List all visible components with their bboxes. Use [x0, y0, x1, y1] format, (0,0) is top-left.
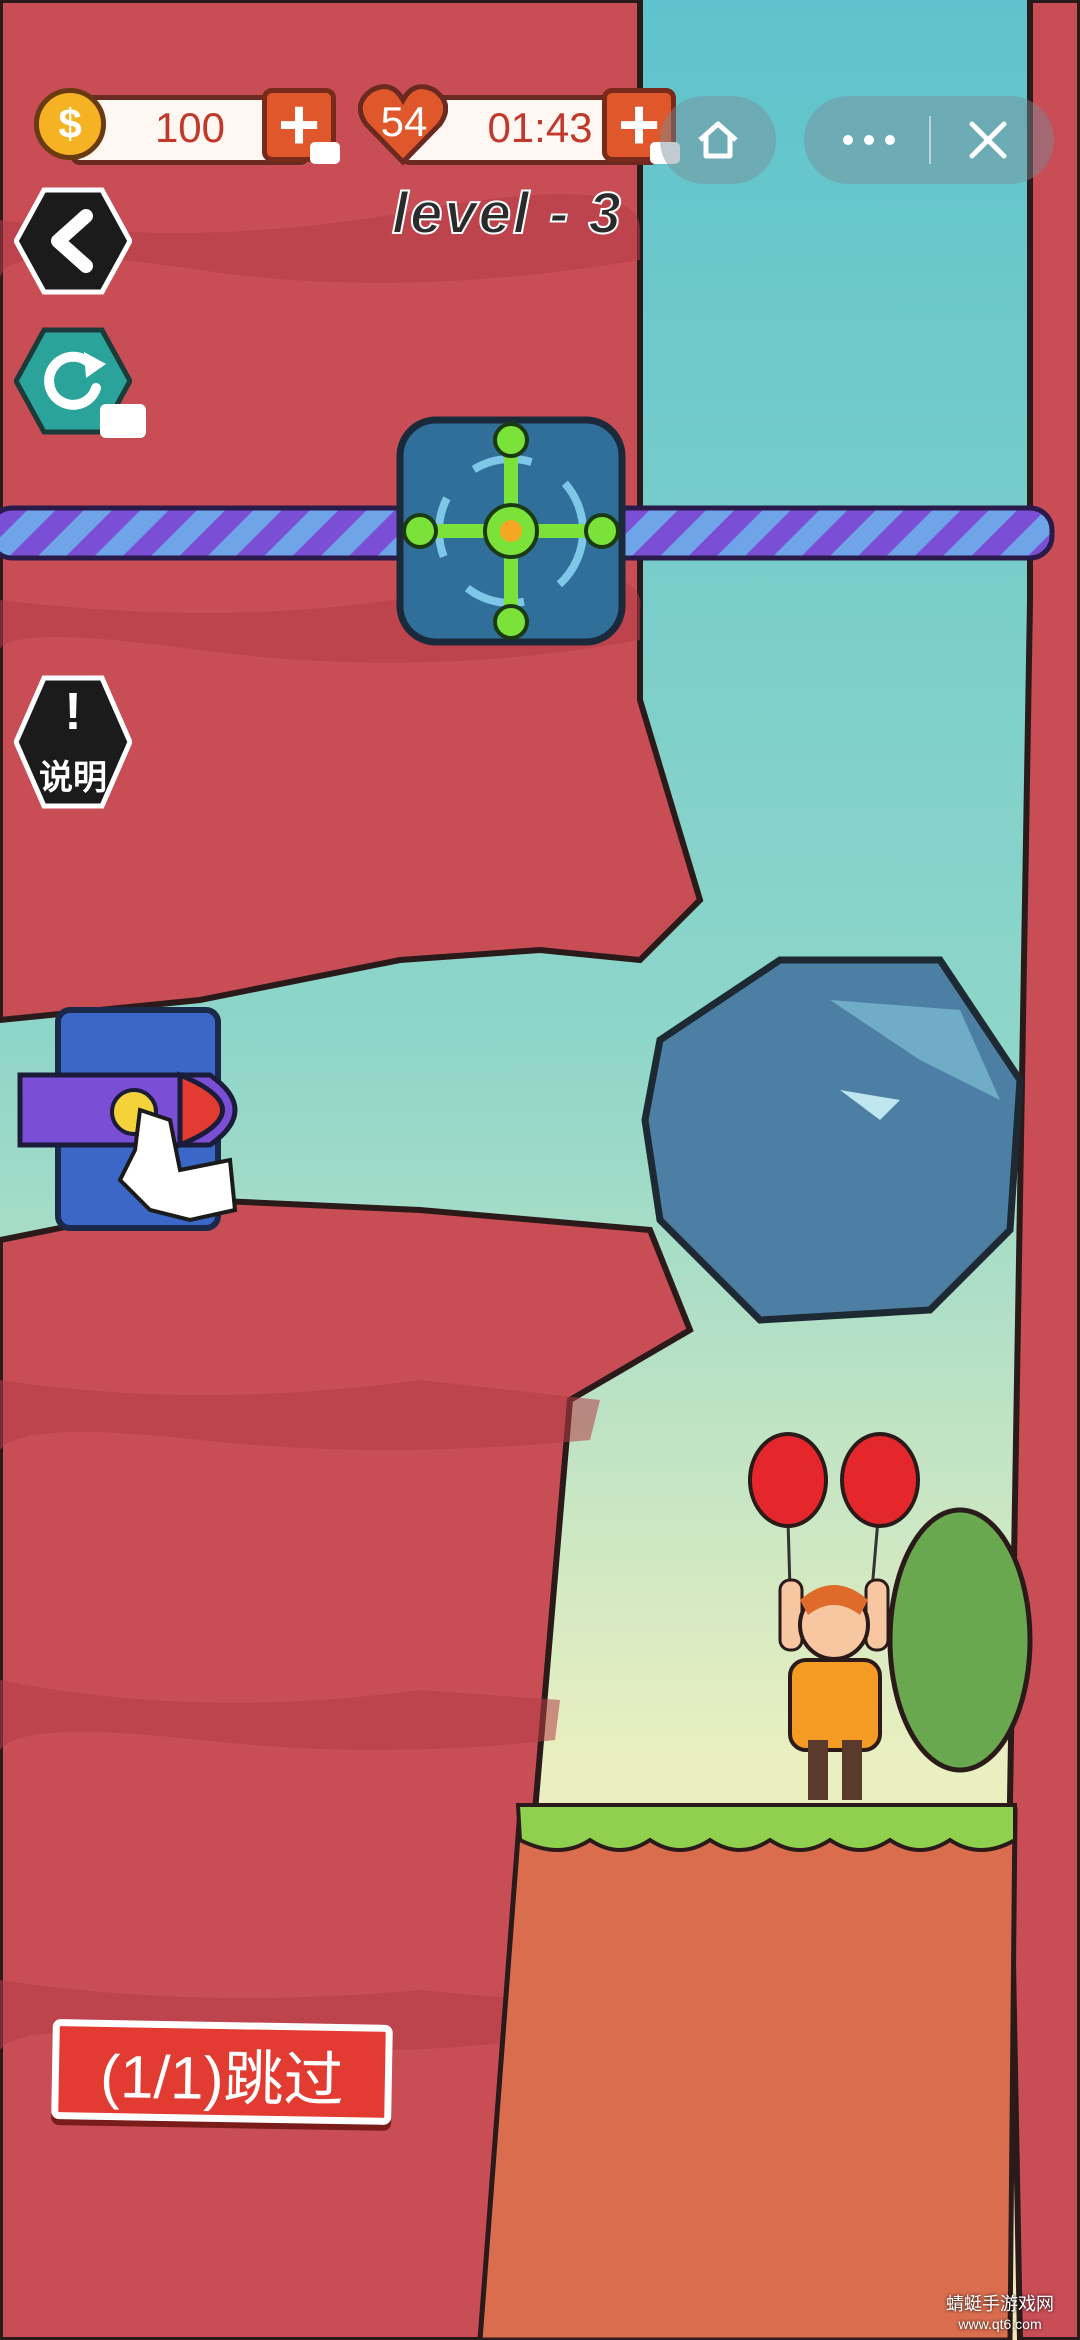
game-scene [0, 0, 1080, 2340]
game-stage: $ 100 + 54 01:43 + level - 3 ! 说明 (1/1)跳… [0, 0, 1080, 2340]
watermark: 蜻蜓手游戏网 www.qt6.com [930, 2294, 1070, 2334]
back-button[interactable] [13, 186, 133, 296]
capsule-divider [929, 116, 931, 164]
close-button[interactable] [964, 116, 1012, 164]
coin-icon: $ [34, 88, 106, 160]
ground [477, 1807, 1018, 2340]
skip-level-button[interactable]: (1/1)跳过 [51, 2019, 393, 2125]
info-button[interactable]: ! 说明 [14, 674, 132, 810]
watermark-title: 蜻蜓手游戏网 [946, 2294, 1054, 2314]
level-title: level - 3 [391, 180, 623, 247]
info-mark: ! [64, 683, 82, 741]
video-ad-icon [310, 142, 340, 164]
more-button[interactable] [834, 116, 904, 164]
lives-count: 54 [380, 98, 428, 145]
video-ad-icon [100, 404, 146, 438]
home-button[interactable] [660, 96, 776, 184]
cactus [887, 1507, 1033, 1773]
refill-timer: 01:43 [487, 104, 593, 151]
capsule-menu [804, 96, 1054, 184]
boulder [641, 956, 1024, 1324]
grass [515, 1803, 1017, 1852]
close-icon [969, 121, 1007, 159]
home-icon [698, 121, 738, 159]
watermark-url: www.qt6.com [958, 2316, 1042, 2332]
info-label: 说明 [39, 759, 107, 797]
coin-count: 100 [154, 104, 226, 151]
more-icon [843, 135, 895, 145]
back-arrow-icon [13, 187, 133, 295]
